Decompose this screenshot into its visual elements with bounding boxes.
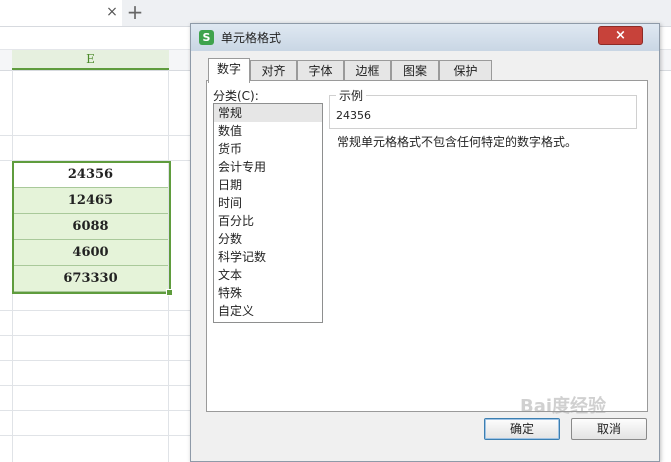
category-item-scientific[interactable]: 科学记数 xyxy=(214,248,322,266)
cell-e2[interactable]: 12465 xyxy=(13,188,168,214)
column-header-e[interactable]: E xyxy=(12,50,169,70)
dialog-title: 单元格格式 xyxy=(221,31,282,45)
grid-line xyxy=(0,435,190,436)
tab-close-icon[interactable]: × xyxy=(104,3,120,21)
tab-alignment[interactable]: 对齐 xyxy=(250,60,297,81)
grid-line xyxy=(0,160,190,161)
grid-line xyxy=(0,335,190,336)
new-tab-icon[interactable]: + xyxy=(126,2,144,22)
grid-line xyxy=(0,410,190,411)
category-item-time[interactable]: 时间 xyxy=(214,194,322,212)
sample-value: 24356 xyxy=(336,109,371,122)
ok-button[interactable]: 确定 xyxy=(484,418,560,440)
grid-line xyxy=(0,135,190,136)
category-item-accounting[interactable]: 会计专用 xyxy=(214,158,322,176)
category-item-special[interactable]: 特殊 xyxy=(214,284,322,302)
sample-label: 示例 xyxy=(336,87,367,104)
cell-e4[interactable]: 4600 xyxy=(13,240,168,266)
fill-handle[interactable] xyxy=(166,289,173,296)
cell-e1[interactable]: 24356 xyxy=(13,162,168,188)
category-label: 分类(C): xyxy=(213,89,259,103)
tab-pattern[interactable]: 图案 xyxy=(391,60,439,81)
tab-protection[interactable]: 保护 xyxy=(439,60,492,81)
cancel-button[interactable]: 取消 xyxy=(571,418,647,440)
category-item-general[interactable]: 常规 xyxy=(214,104,322,122)
tab-border[interactable]: 边框 xyxy=(344,60,391,81)
category-list[interactable]: 常规 数值 货币 会计专用 日期 时间 百分比 分数 科学记数 文本 特殊 自定… xyxy=(213,103,323,323)
format-cells-dialog: S 单元格格式 × 数字 对齐 字体 边框 图案 保护 分类(C): 常规 数值… xyxy=(190,23,660,462)
category-item-currency[interactable]: 货币 xyxy=(214,140,322,158)
category-item-text[interactable]: 文本 xyxy=(214,266,322,284)
format-description: 常规单元格格式不包含任何特定的数字格式。 xyxy=(337,135,578,149)
number-tab-panel: 分类(C): 常规 数值 货币 会计专用 日期 时间 百分比 分数 科学记数 文… xyxy=(206,80,648,412)
category-item-percentage[interactable]: 百分比 xyxy=(214,212,322,230)
cell-e5[interactable]: 673330 xyxy=(13,266,168,292)
grid-line xyxy=(0,310,190,311)
grid-line xyxy=(0,360,190,361)
sample-group: 示例 24356 xyxy=(329,87,637,129)
tab-number[interactable]: 数字 xyxy=(208,58,250,83)
dialog-titlebar[interactable]: S 单元格格式 × xyxy=(191,24,659,51)
category-item-number[interactable]: 数值 xyxy=(214,122,322,140)
tab-font[interactable]: 字体 xyxy=(297,60,344,81)
category-item-fraction[interactable]: 分数 xyxy=(214,230,322,248)
grid-line xyxy=(0,385,190,386)
grid-line xyxy=(168,70,169,462)
close-button[interactable]: × xyxy=(598,26,643,45)
cell-e3[interactable]: 6088 xyxy=(13,214,168,240)
category-item-date[interactable]: 日期 xyxy=(214,176,322,194)
wps-app-icon: S xyxy=(199,30,214,45)
category-item-custom[interactable]: 自定义 xyxy=(214,302,322,320)
